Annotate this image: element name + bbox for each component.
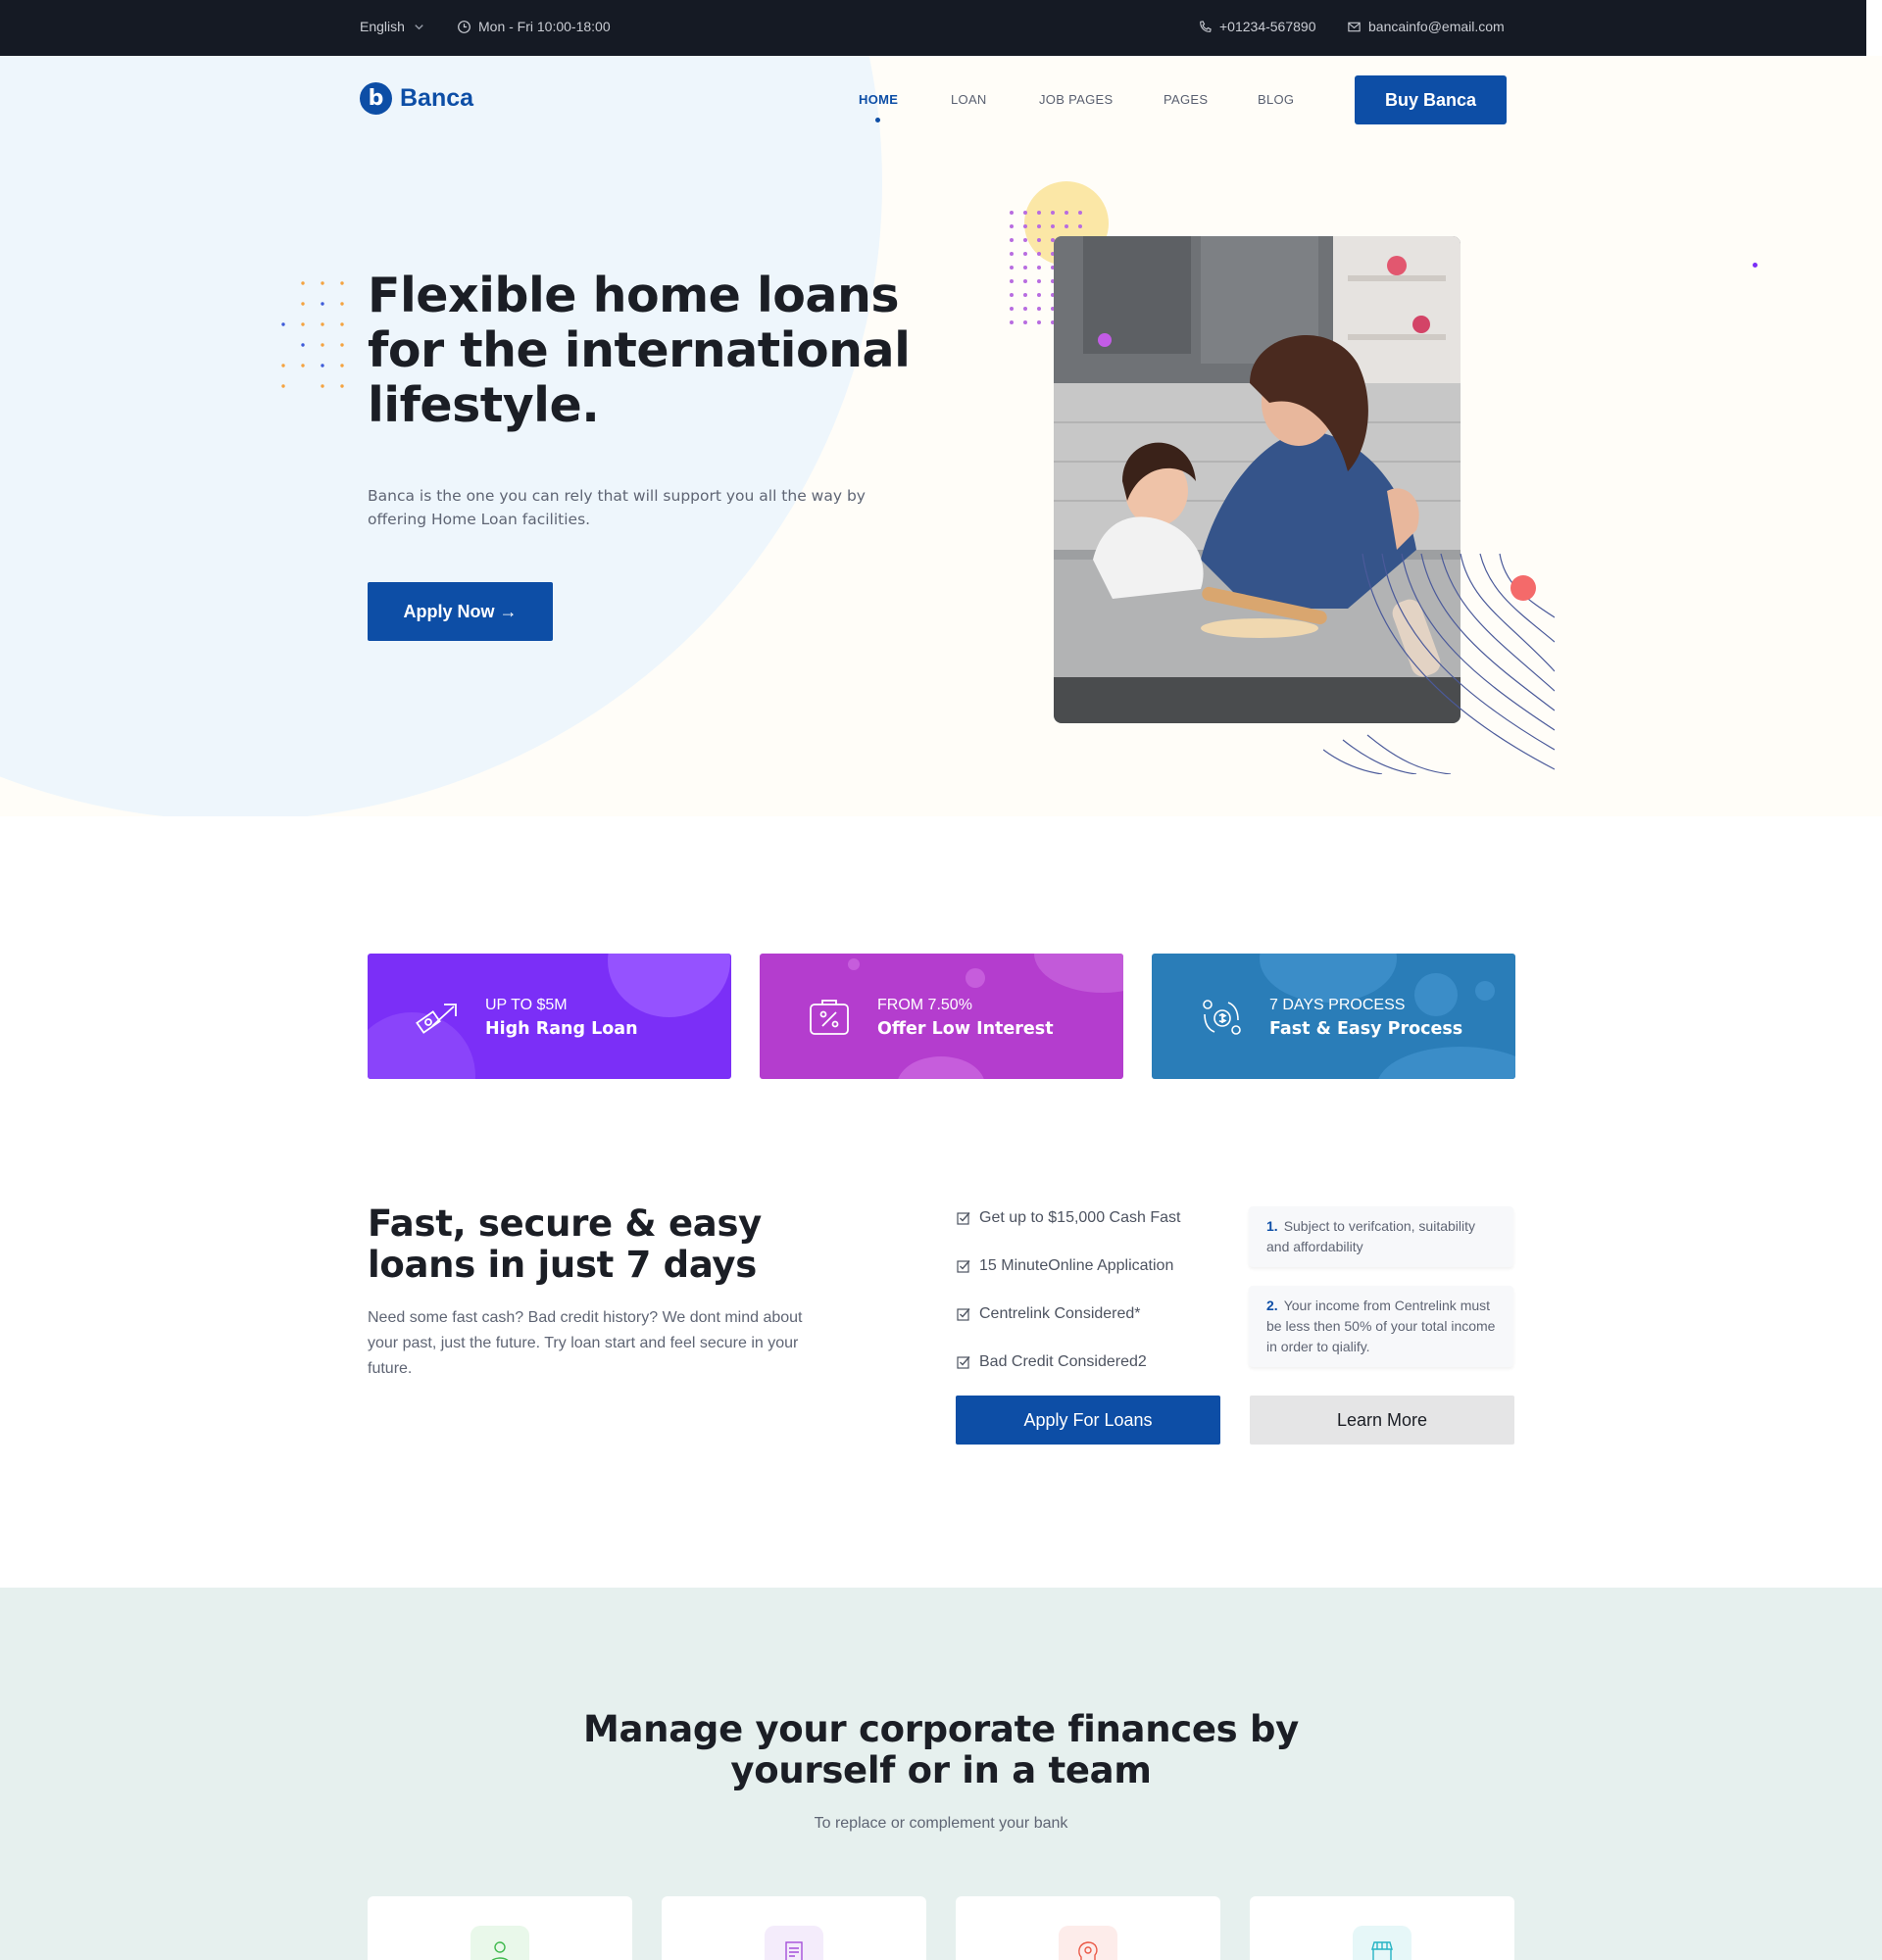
check-item-text: 15 MinuteOnline Application — [979, 1257, 1174, 1274]
logo-mark: b — [360, 82, 392, 115]
note-number: 1. — [1266, 1218, 1278, 1234]
top-bar: English Mon - Fri 10:00-18:00 +01234-567… — [0, 0, 1866, 56]
service-card[interactable] — [1250, 1896, 1514, 1960]
check-item-text: Get up to $15,000 Cash Fast — [979, 1209, 1181, 1226]
gear-dollar-icon — [1203, 1000, 1241, 1035]
note-text: Subject to verifcation, suitability and … — [1266, 1218, 1476, 1254]
clock-icon — [458, 20, 470, 33]
service-card[interactable] — [956, 1896, 1220, 1960]
nav-job-pages[interactable]: JOB PAGES — [1039, 92, 1113, 107]
brand-name: Banca — [400, 84, 474, 112]
decorative-dots — [281, 281, 344, 388]
nav-pages[interactable]: PAGES — [1164, 92, 1208, 107]
hero-description: Banca is the one you can rely that will … — [368, 487, 866, 528]
check-item: Get up to $15,000 Cash Fast — [957, 1209, 1180, 1227]
buy-banca-button[interactable]: Buy Banca — [1355, 75, 1507, 124]
section-description: Need some fast cash? Bad credit history?… — [368, 1309, 803, 1377]
check-item: Centrelink Considered* — [957, 1305, 1141, 1323]
language-selector[interactable]: English — [360, 19, 426, 34]
service-card[interactable] — [662, 1896, 926, 1960]
check-item: 15 MinuteOnline Application — [957, 1257, 1173, 1275]
check-item-text: Bad Credit Considered2 — [979, 1353, 1147, 1370]
email-text: bancainfo@email.com — [1368, 19, 1505, 34]
decorative-small-dot — [1753, 263, 1758, 268]
percent-tag-icon — [810, 1000, 849, 1035]
service-icon-box — [470, 1926, 529, 1960]
storefront-icon — [1371, 1941, 1393, 1960]
hero-section — [0, 56, 1882, 816]
chevron-down-icon — [415, 24, 423, 29]
manage-subtitle: To replace or complement your bank — [814, 1815, 1068, 1832]
feature-small-text: UP TO $5M — [485, 997, 568, 1013]
nav-home[interactable]: HOME — [859, 92, 898, 107]
manage-title: Manage your corporate finances by yourse… — [582, 1708, 1299, 1791]
hours-text: Mon - Fri 10:00-18:00 — [478, 19, 611, 34]
feature-big-text: Offer Low Interest — [877, 1019, 1054, 1039]
nav-blog[interactable]: BLOG — [1258, 92, 1294, 107]
note-number: 2. — [1266, 1298, 1278, 1313]
note-text: Your income from Centrelink must be less… — [1266, 1298, 1496, 1354]
checkbox-icon — [957, 1356, 970, 1369]
section-title: Fast, secure & easy loans in just 7 days — [368, 1202, 762, 1286]
receipt-icon — [785, 1941, 803, 1960]
service-icon-box — [1059, 1926, 1117, 1960]
apply-for-loans-button[interactable]: Apply For Loans — [956, 1396, 1220, 1445]
phone-contact[interactable]: +01234-567890 — [1198, 19, 1316, 34]
hero-background-shape — [0, 56, 882, 816]
checkbox-icon — [957, 1212, 970, 1225]
phone-text: +01234-567890 — [1219, 19, 1316, 34]
checkbox-icon — [957, 1260, 970, 1273]
money-growth-icon — [416, 1004, 457, 1034]
language-label: English — [360, 19, 405, 34]
check-item-text: Centrelink Considered* — [979, 1305, 1141, 1322]
active-nav-indicator — [875, 118, 880, 122]
decorative-red-dot — [1511, 575, 1536, 601]
service-icon-box — [1353, 1926, 1412, 1960]
feature-big-text: Fast & Easy Process — [1269, 1019, 1463, 1039]
business-hours: Mon - Fri 10:00-18:00 — [457, 19, 611, 34]
hero-title: Flexible home loans for the internationa… — [368, 268, 911, 433]
nav-loan[interactable]: LOAN — [951, 92, 987, 107]
main-navbar: b Banca HOME LOAN JOB PAGES PAGES BLOG — [0, 56, 1882, 144]
feature-card-high-loan[interactable]: UP TO $5M High Rang Loan — [368, 954, 731, 1079]
user-person-icon — [491, 1941, 509, 1960]
apply-now-button[interactable]: Apply Now → — [368, 582, 553, 641]
feature-big-text: High Rang Loan — [485, 1019, 638, 1039]
phone-icon — [1200, 20, 1212, 32]
feature-small-text: 7 DAYS PROCESS — [1269, 997, 1406, 1013]
service-icon-box — [765, 1926, 823, 1960]
envelope-icon — [1348, 22, 1361, 31]
info-note: 2. Your income from Centrelink must be le… — [1249, 1286, 1513, 1367]
learn-more-button[interactable]: Learn More — [1250, 1396, 1514, 1445]
info-note: 1. Subject to verifcation, suitability an… — [1249, 1206, 1513, 1267]
decorative-purple-dot — [1098, 333, 1112, 347]
service-card[interactable] — [368, 1896, 632, 1960]
feature-small-text: FROM 7.50% — [877, 997, 972, 1013]
manage-section: Manage your corporate finances by yourse… — [0, 1588, 1882, 1960]
feature-card-low-interest[interactable]: FROM 7.50% Offer Low Interest — [760, 954, 1123, 1079]
check-item: Bad Credit Considered2 — [957, 1353, 1147, 1371]
feature-card-fast-process[interactable]: 7 DAYS PROCESS Fast & Easy Process — [1152, 954, 1515, 1079]
lightbulb-head-icon — [1078, 1941, 1098, 1960]
checkbox-icon — [957, 1308, 970, 1321]
email-contact[interactable]: bancainfo@email.com — [1347, 19, 1505, 34]
brand-logo[interactable]: b Banca — [360, 82, 473, 115]
